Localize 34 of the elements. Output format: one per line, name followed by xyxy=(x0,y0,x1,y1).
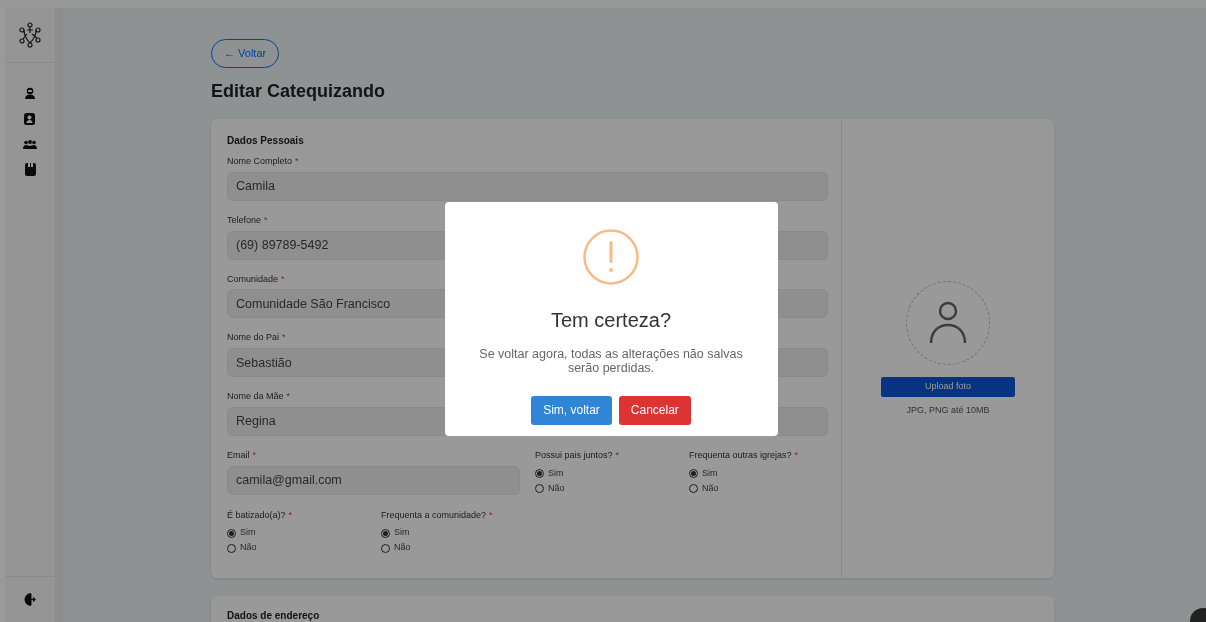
field-label: Frequenta a comunidade? xyxy=(381,509,487,520)
field-label: Nome da Mãe xyxy=(227,391,284,402)
field-label: Nome Completo xyxy=(227,156,293,166)
required-mark: * xyxy=(252,450,257,460)
required-mark: * xyxy=(615,450,620,460)
radio-label: Sim xyxy=(394,526,410,540)
radio-label: Sim xyxy=(702,466,718,480)
radio-label: Não xyxy=(240,541,257,555)
field-label: Comunidade xyxy=(227,273,279,284)
dialog-title: Tem certeza? xyxy=(550,308,672,333)
required-mark: * xyxy=(282,332,286,343)
section-title: Dados de endereço xyxy=(227,608,321,622)
required-mark: * xyxy=(281,273,285,284)
required-mark: * xyxy=(288,509,293,520)
field-label: Possui pais juntos? xyxy=(535,450,613,460)
field-label: Frequenta outras igrejas? xyxy=(689,450,792,460)
required-mark: * xyxy=(794,450,799,460)
required-mark: * xyxy=(286,391,291,402)
radio-label: Sim xyxy=(548,466,564,480)
radio-label: Não xyxy=(394,541,411,555)
required-mark: * xyxy=(264,214,268,225)
field-label: Nome do Pai xyxy=(227,332,280,343)
dialog-message: Se voltar agora, todas as alterações não salvas serão perdidas. xyxy=(478,347,744,376)
section-title: Dados Pessoais xyxy=(227,134,305,148)
field-label: Email xyxy=(227,450,250,460)
required-mark: * xyxy=(295,156,299,166)
page-title: Editar Catequizando xyxy=(211,80,386,103)
field-label: Telefone xyxy=(227,214,262,225)
photo-hint: JPG, PNG até 10MB xyxy=(906,404,990,417)
required-mark: * xyxy=(489,509,493,520)
field-label: É batizado(a)? xyxy=(227,509,286,520)
radio-label: Não xyxy=(702,481,719,495)
radio-label: Sim xyxy=(240,526,256,540)
radio-label: Não xyxy=(548,481,565,495)
